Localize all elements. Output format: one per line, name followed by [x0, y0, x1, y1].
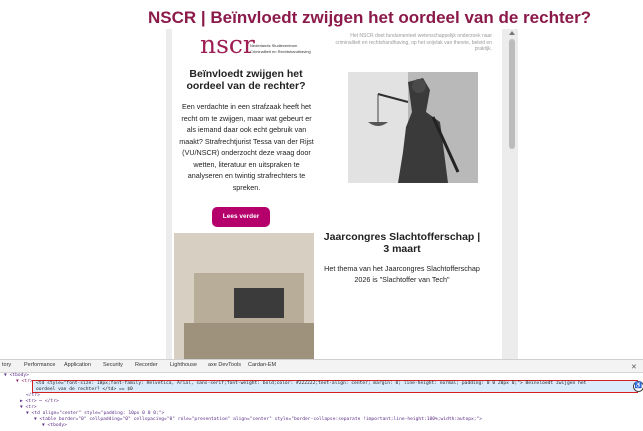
logo-mark: nscr	[200, 30, 255, 59]
dom-td-close: oordeel van de rechter? </td> == $0	[36, 387, 133, 392]
dom-line[interactable]: ▼ <tbody>	[42, 423, 67, 429]
tab-performance[interactable]: Performance	[24, 362, 56, 368]
devtools-tab-bar: tory Performance Application Security Re…	[0, 360, 643, 373]
dom-line-selected-cont[interactable]: oordeel van de rechter? </td> == $0	[36, 387, 133, 393]
tab-history[interactable]: tory	[2, 362, 11, 368]
article-body: Een verdachte in een strafzaak heeft het…	[179, 102, 314, 192]
preview-scrollbar[interactable]	[508, 29, 516, 359]
nscr-logo: nscr Nederlands Studiecentrum Criminalit…	[200, 30, 311, 63]
tab-recorder[interactable]: Recorder	[135, 362, 158, 368]
read-more-button[interactable]: Lees verder	[212, 207, 270, 227]
devtools-panel: tory Performance Application Security Re…	[0, 359, 643, 431]
congress-body: Het thema van het Jaarcongres Slachtoffe…	[324, 264, 480, 284]
tab-lighthouse[interactable]: Lighthouse	[170, 362, 197, 368]
dom-td-open: <td style="font-size: 18px;font-family: …	[36, 381, 587, 386]
statue-illustration	[348, 72, 478, 183]
dom-line[interactable]: ▼ <tr>	[16, 379, 33, 385]
scroll-up-arrow-icon[interactable]	[509, 31, 515, 35]
dom-line[interactable]: ▼ <table border="0" cellpadding="0" cell…	[34, 417, 482, 423]
congress-title: Jaarcongres Slachtofferschap | 3 maart	[323, 231, 481, 255]
justitia-statue-image	[348, 72, 478, 183]
tab-application[interactable]: Application	[64, 362, 91, 368]
page-title: NSCR | Beïnvloedt zwijgen het oordeel va…	[148, 8, 592, 27]
article-headline: Beïnvloedt zwijgen het oordeel van de re…	[186, 68, 306, 92]
tab-axe-devtools[interactable]: axe DevTools	[208, 362, 241, 368]
article-headline-box: Beïnvloedt zwijgen het oordeel van de re…	[175, 66, 317, 95]
scroll-thumb[interactable]	[509, 39, 515, 149]
tab-cardan-em[interactable]: Cardan-EM	[248, 362, 276, 368]
congress-image	[174, 233, 314, 359]
email-preview: nscr Nederlands Studiecentrum Criminalit…	[172, 29, 502, 359]
tab-security[interactable]: Security	[103, 362, 123, 368]
intro-text: Het NSCR doet fundamenteel wetenschappel…	[335, 33, 492, 52]
devtools-close-icon[interactable]: ✕	[631, 363, 637, 371]
logo-line-1: Nederlands Studiecentrum	[250, 43, 298, 48]
dom-tag: ▼ <tr>	[16, 379, 33, 384]
congress-illustration	[174, 233, 314, 359]
accessibility-icon[interactable]: ♿	[633, 381, 643, 392]
logo-line-2: Criminaliteit en Rechtshandhaving	[250, 49, 311, 54]
